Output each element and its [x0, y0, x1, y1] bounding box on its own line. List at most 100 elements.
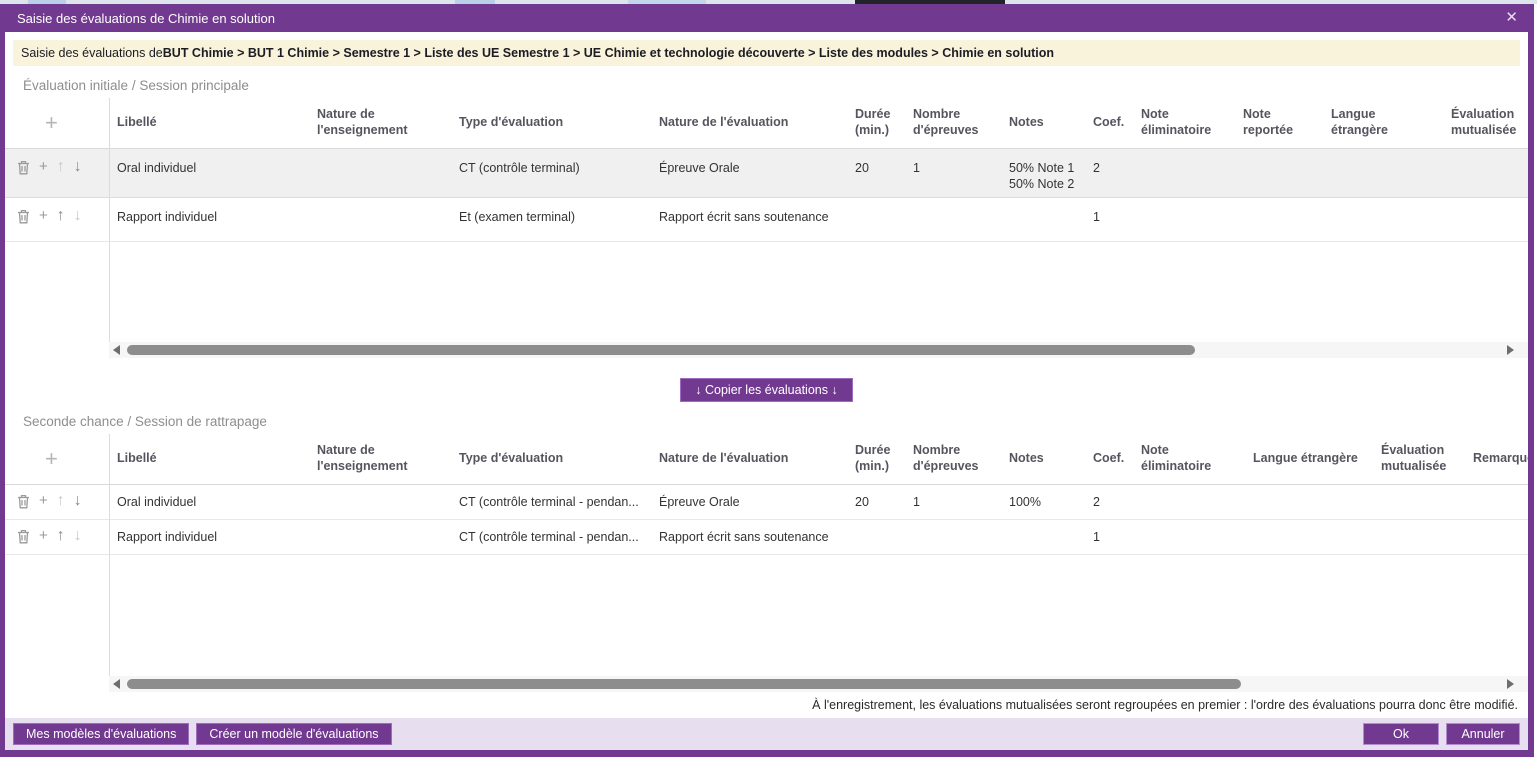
cell-remarque[interactable]	[1465, 485, 1534, 519]
section-title-initial: Évaluation initiale / Session principale	[23, 78, 1528, 94]
copy-evaluations-button[interactable]: ↓ Copier les évaluations ↓	[680, 378, 852, 402]
cell-nombre-epreuves[interactable]: 1	[905, 485, 1001, 519]
cell-langue-etrangere[interactable]	[1245, 520, 1373, 554]
cell-note-eliminatoire[interactable]	[1133, 485, 1245, 519]
cell-remarque[interactable]	[1465, 520, 1534, 554]
cell-libelle[interactable]: Oral individuel	[109, 485, 309, 519]
move-down-icon[interactable]: ↓	[74, 493, 82, 509]
add-row-icon[interactable]: +	[45, 448, 58, 470]
create-evaluation-model-button[interactable]: Créer un modèle d'évaluations	[196, 723, 391, 745]
breadcrumb-prefix: Saisie des évaluations de	[21, 46, 163, 60]
cell-libelle[interactable]: Rapport individuel	[109, 520, 309, 554]
horizontal-scrollbar[interactable]	[109, 676, 1528, 692]
column-divider	[109, 434, 110, 676]
scroll-left-icon[interactable]	[113, 679, 120, 689]
cell-note-eliminatoire[interactable]	[1133, 198, 1235, 241]
cell-nature-enseignement[interactable]	[309, 485, 451, 519]
scroll-right-icon[interactable]	[1507, 345, 1514, 355]
cell-nombre-epreuves[interactable]	[905, 520, 1001, 554]
add-row-icon[interactable]: +	[39, 208, 48, 223]
cell-note-reportee[interactable]	[1235, 198, 1323, 241]
cell-notes[interactable]	[1001, 520, 1085, 554]
cell-evaluation-mutualisee[interactable]	[1443, 198, 1534, 241]
dialog-footer: Mes modèles d'évaluations Créer un modèl…	[5, 718, 1528, 750]
col-duree: Durée (min.)	[847, 434, 905, 484]
cell-duree[interactable]	[847, 198, 905, 241]
cell-notes[interactable]: 50% Note 1 50% Note 2	[1001, 149, 1085, 197]
col-note-reportee: Note reportée	[1235, 98, 1323, 148]
scroll-right-icon[interactable]	[1507, 679, 1514, 689]
add-row-icon[interactable]: +	[39, 528, 48, 543]
cell-nature-evaluation[interactable]: Rapport écrit sans soutenance	[651, 198, 847, 241]
cell-nature-enseignement[interactable]	[309, 149, 451, 197]
cell-libelle[interactable]: Rapport individuel	[109, 198, 309, 241]
table-rattrapage-header: + Libellé Nature de l'enseignement Type …	[5, 434, 1528, 485]
move-up-icon[interactable]: ↑	[57, 208, 65, 224]
col-nature-enseignement: Nature de l'enseignement	[309, 98, 451, 148]
table-row[interactable]: + ↑ ↓ Rapport individuel Et (examen term…	[5, 198, 1528, 242]
add-row-icon[interactable]: +	[45, 112, 58, 134]
cell-coef[interactable]: 2	[1085, 485, 1133, 519]
col-type-evaluation: Type d'évaluation	[451, 434, 651, 484]
dialog-title: Saisie des évaluations de Chimie en solu…	[17, 11, 275, 26]
col-nature-evaluation: Nature de l'évaluation	[651, 98, 847, 148]
delete-row-icon[interactable]	[17, 528, 30, 544]
cell-evaluation-mutualisee[interactable]	[1373, 485, 1465, 519]
cell-coef[interactable]: 2	[1085, 149, 1133, 197]
table-initial: + Libellé Nature de l'enseignement Type …	[5, 98, 1528, 342]
col-langue-etrangere: Langue étrangère	[1245, 434, 1373, 484]
cell-type-evaluation[interactable]: CT (contrôle terminal - pendan...	[451, 485, 651, 519]
cell-notes[interactable]	[1001, 198, 1085, 241]
my-evaluation-models-button[interactable]: Mes modèles d'évaluations	[13, 723, 189, 745]
move-down-icon[interactable]: ↓	[74, 159, 82, 175]
move-up-icon[interactable]: ↑	[57, 528, 65, 544]
table-initial-header: + Libellé Nature de l'enseignement Type …	[5, 98, 1528, 149]
cell-langue-etrangere[interactable]	[1245, 485, 1373, 519]
cell-duree[interactable]: 20	[847, 485, 905, 519]
add-row-icon[interactable]: +	[39, 159, 48, 174]
cell-libelle[interactable]: Oral individuel	[109, 149, 309, 197]
cell-note-reportee[interactable]	[1235, 149, 1323, 197]
dialog-titlebar: Saisie des évaluations de Chimie en solu…	[5, 4, 1528, 32]
cell-nature-evaluation[interactable]: Rapport écrit sans soutenance	[651, 520, 847, 554]
scrollbar-thumb[interactable]	[127, 679, 1241, 689]
ok-button[interactable]: Ok	[1363, 723, 1439, 745]
cell-note-eliminatoire[interactable]	[1133, 520, 1245, 554]
col-type-evaluation: Type d'évaluation	[451, 98, 651, 148]
col-coef: Coef.	[1085, 434, 1133, 484]
delete-row-icon[interactable]	[17, 493, 30, 509]
add-row-icon[interactable]: +	[39, 493, 48, 508]
delete-row-icon[interactable]	[17, 159, 30, 175]
cell-nature-evaluation[interactable]: Épreuve Orale	[651, 149, 847, 197]
scroll-left-icon[interactable]	[113, 345, 120, 355]
cell-coef[interactable]: 1	[1085, 520, 1133, 554]
breadcrumb-path: BUT Chimie > BUT 1 Chimie > Semestre 1 >…	[163, 46, 1054, 60]
cell-langue-etrangere[interactable]	[1323, 198, 1443, 241]
cell-evaluation-mutualisee[interactable]	[1373, 520, 1465, 554]
cell-type-evaluation[interactable]: Et (examen terminal)	[451, 198, 651, 241]
cell-coef[interactable]: 1	[1085, 198, 1133, 241]
delete-row-icon[interactable]	[17, 208, 30, 224]
horizontal-scrollbar[interactable]	[109, 342, 1528, 358]
cell-notes[interactable]: 100%	[1001, 485, 1085, 519]
table-row[interactable]: + ↑ ↓ Oral individuel CT (contrôle termi…	[5, 149, 1528, 198]
table-row[interactable]: + ↑ ↓ Oral individuel CT (contrôle termi…	[5, 485, 1528, 520]
cell-evaluation-mutualisee[interactable]	[1443, 149, 1534, 197]
cell-nature-evaluation[interactable]: Épreuve Orale	[651, 485, 847, 519]
cell-note-eliminatoire[interactable]	[1133, 149, 1235, 197]
dialog-content: Saisie des évaluations de BUT Chimie > B…	[5, 32, 1528, 718]
cell-langue-etrangere[interactable]	[1323, 149, 1443, 197]
close-icon[interactable]: ✕	[1505, 8, 1518, 26]
cell-nombre-epreuves[interactable]	[905, 198, 1001, 241]
cell-type-evaluation[interactable]: CT (contrôle terminal - pendan...	[451, 520, 651, 554]
cancel-button[interactable]: Annuler	[1446, 723, 1520, 745]
cell-nature-enseignement[interactable]	[309, 198, 451, 241]
cell-nature-enseignement[interactable]	[309, 520, 451, 554]
cell-duree[interactable]	[847, 520, 905, 554]
table-row[interactable]: + ↑ ↓ Rapport individuel CT (contrôle te…	[5, 520, 1528, 555]
cell-nombre-epreuves[interactable]: 1	[905, 149, 1001, 197]
scrollbar-thumb[interactable]	[127, 345, 1195, 355]
move-down-icon: ↓	[74, 528, 82, 544]
cell-type-evaluation[interactable]: CT (contrôle terminal)	[451, 149, 651, 197]
cell-duree[interactable]: 20	[847, 149, 905, 197]
